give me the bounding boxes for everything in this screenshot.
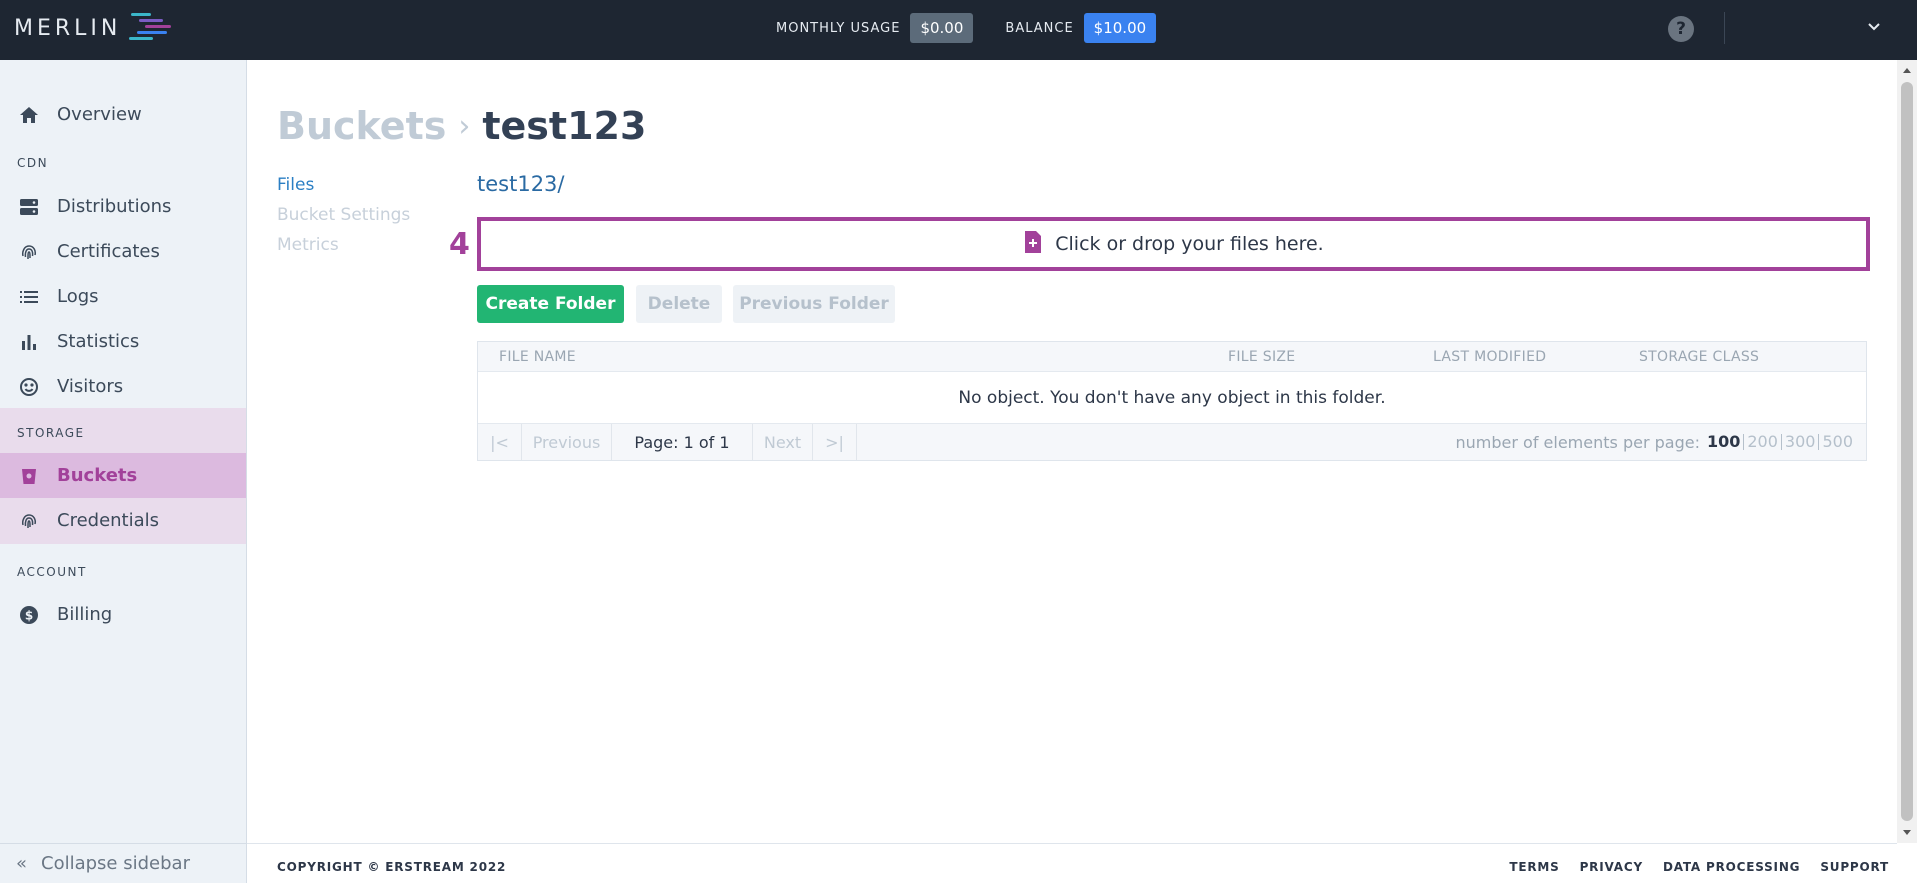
delete-button[interactable]: Delete bbox=[636, 285, 722, 323]
dropzone-text: Click or drop your files here. bbox=[1055, 233, 1324, 255]
scroll-up-arrow-icon[interactable] bbox=[1903, 68, 1911, 73]
bucket-name: test123 bbox=[482, 104, 647, 148]
sidebar-item-label: Statistics bbox=[57, 331, 140, 352]
sidebar-item-label: Visitors bbox=[57, 376, 124, 397]
sidebar-item-visitors[interactable]: Visitors bbox=[0, 364, 246, 409]
last-page-button[interactable]: >| bbox=[813, 424, 857, 460]
sidebar-item-label: Billing bbox=[57, 604, 113, 625]
next-page-button[interactable]: Next bbox=[753, 424, 813, 460]
files-table: FILE NAME FILE SIZE LAST MODIFIED STORAG… bbox=[477, 341, 1867, 461]
footer: COPYRIGHT © ERSTREAM 2022 TERMS PRIVACY … bbox=[247, 843, 1897, 883]
scroll-down-arrow-icon[interactable] bbox=[1903, 830, 1911, 835]
sidebar-item-label: Credentials bbox=[57, 510, 160, 531]
sidebar-heading-storage: STORAGE bbox=[17, 426, 85, 440]
copyright: COPYRIGHT © ERSTREAM 2022 bbox=[277, 860, 507, 874]
sidebar-heading-cdn: CDN bbox=[17, 156, 49, 170]
sidebar-item-label: Distributions bbox=[57, 196, 172, 217]
sidebar-item-billing[interactable]: $ Billing bbox=[0, 592, 246, 637]
breadcrumb-buckets[interactable]: Buckets bbox=[277, 104, 446, 148]
scrollbar[interactable] bbox=[1897, 60, 1917, 843]
page-indicator: Page: 1 of 1 bbox=[612, 424, 753, 460]
monthly-usage-label: MONTHLY USAGE bbox=[776, 20, 901, 36]
file-dropzone[interactable]: Click or drop your files here. bbox=[477, 217, 1870, 271]
per-page-300[interactable]: 300 bbox=[1780, 434, 1819, 450]
previous-folder-button[interactable]: Previous Folder bbox=[733, 285, 895, 323]
svg-text:$: $ bbox=[25, 608, 33, 622]
bucket-icon bbox=[18, 465, 40, 487]
server-icon bbox=[18, 196, 40, 218]
first-page-button[interactable]: |< bbox=[478, 424, 522, 460]
page-title: Buckets › test123 bbox=[277, 100, 646, 152]
sidebar-item-overview[interactable]: Overview bbox=[0, 92, 246, 137]
bucket-subnav: Files Bucket Settings Metrics bbox=[277, 170, 410, 260]
subnav-metrics[interactable]: Metrics bbox=[277, 230, 410, 260]
previous-page-button[interactable]: Previous bbox=[522, 424, 612, 460]
monthly-usage-badge: $0.00 bbox=[910, 13, 974, 43]
sidebar-item-credentials[interactable]: Credentials bbox=[0, 498, 246, 543]
subnav-files[interactable]: Files bbox=[277, 170, 410, 200]
double-chevron-left-icon: « bbox=[16, 853, 28, 874]
sidebar-item-buckets[interactable]: Buckets bbox=[0, 453, 246, 498]
collapse-sidebar-label: Collapse sidebar bbox=[41, 853, 190, 874]
dollar-circle-icon: $ bbox=[18, 604, 40, 626]
per-page-label: number of elements per page: bbox=[1455, 432, 1700, 452]
sidebar-item-distributions[interactable]: Distributions bbox=[0, 184, 246, 229]
scrollbar-thumb[interactable] bbox=[1901, 82, 1913, 821]
collapse-sidebar-button[interactable]: « Collapse sidebar bbox=[0, 843, 246, 883]
empty-message: No object. You don't have any object in … bbox=[478, 372, 1866, 424]
column-storage-class[interactable]: STORAGE CLASS bbox=[1639, 349, 1759, 365]
pagination: |< Previous Page: 1 of 1 Next >| number … bbox=[478, 424, 1866, 460]
footer-link-data-processing[interactable]: DATA PROCESSING bbox=[1663, 860, 1800, 874]
header-divider bbox=[1724, 12, 1725, 44]
per-page-100[interactable]: 100 bbox=[1704, 434, 1743, 450]
subnav-bucket-settings[interactable]: Bucket Settings bbox=[277, 200, 410, 230]
annotation-number: 4 bbox=[449, 227, 470, 262]
table-header: FILE NAME FILE SIZE LAST MODIFIED STORAG… bbox=[478, 342, 1866, 372]
home-icon bbox=[18, 104, 40, 126]
sidebar-item-statistics[interactable]: Statistics bbox=[0, 319, 246, 364]
smile-icon bbox=[18, 376, 40, 398]
sidebar-item-certificates[interactable]: Certificates bbox=[0, 229, 246, 274]
sidebar-heading-account: ACCOUNT bbox=[17, 565, 87, 579]
fingerprint-icon bbox=[18, 241, 40, 263]
bar-chart-icon bbox=[18, 331, 40, 353]
footer-links: TERMS PRIVACY DATA PROCESSING SUPPORT bbox=[1489, 860, 1889, 874]
per-page-200[interactable]: 200 bbox=[1743, 434, 1781, 450]
sidebar-item-logs[interactable]: Logs bbox=[0, 274, 246, 319]
column-file-size[interactable]: FILE SIZE bbox=[1228, 349, 1295, 365]
logo[interactable]: MERLIN bbox=[14, 10, 177, 46]
storage-section: STORAGE Buckets Credentials bbox=[0, 408, 246, 544]
footer-link-privacy[interactable]: PRIVACY bbox=[1580, 860, 1643, 874]
chevron-down-icon[interactable] bbox=[1866, 19, 1882, 35]
footer-link-terms[interactable]: TERMS bbox=[1509, 860, 1559, 874]
column-file-name[interactable]: FILE NAME bbox=[499, 349, 576, 365]
balance-badge[interactable]: $10.00 bbox=[1083, 13, 1157, 43]
sidebar-item-label: Logs bbox=[57, 286, 99, 307]
per-page-500[interactable]: 500 bbox=[1818, 434, 1856, 450]
column-last-modified[interactable]: LAST MODIFIED bbox=[1433, 349, 1546, 365]
current-path[interactable]: test123/ bbox=[477, 172, 565, 196]
logo-mark-icon bbox=[129, 13, 172, 40]
sidebar-item-label: Buckets bbox=[57, 465, 138, 486]
create-folder-button[interactable]: Create Folder bbox=[477, 285, 624, 323]
top-bar: MERLIN MONTHLY USAGE $0.00 BALANCE $10.0… bbox=[0, 0, 1917, 60]
sidebar-item-label: Overview bbox=[57, 104, 142, 125]
breadcrumb-separator: › bbox=[458, 108, 471, 144]
sidebar-item-label: Certificates bbox=[57, 241, 160, 262]
sidebar: Overview CDN Distributions Certificates … bbox=[0, 60, 247, 883]
file-plus-icon bbox=[1023, 230, 1043, 259]
fingerprint-icon bbox=[18, 510, 40, 532]
per-page-selector: number of elements per page: 100 200 300… bbox=[1456, 424, 1857, 460]
logo-text: MERLIN bbox=[14, 15, 122, 41]
usage-summary: MONTHLY USAGE $0.00 BALANCE $10.00 bbox=[776, 13, 1157, 43]
list-icon bbox=[18, 286, 40, 308]
footer-link-support[interactable]: SUPPORT bbox=[1820, 860, 1889, 874]
question-circle-icon[interactable]: ? bbox=[1668, 16, 1694, 42]
balance-label: BALANCE bbox=[1005, 20, 1074, 36]
